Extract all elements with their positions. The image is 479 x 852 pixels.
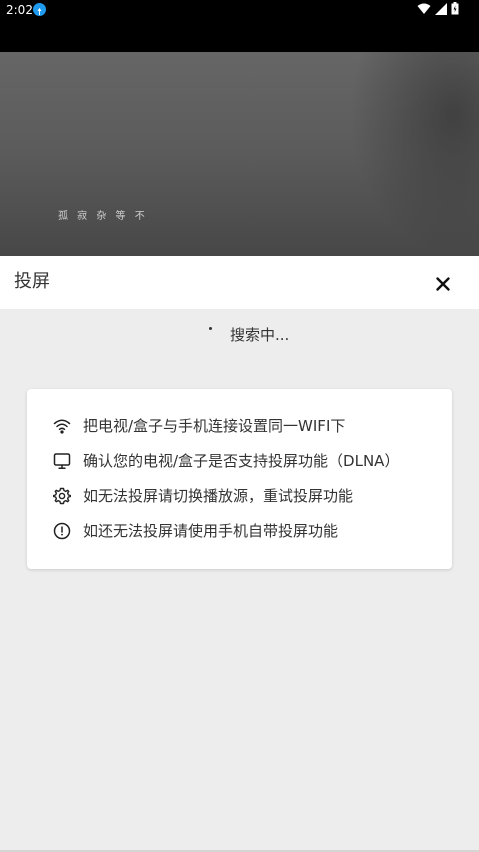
- tip-item: 如还无法投屏请使用手机自带投屏功能: [53, 521, 338, 541]
- tip-text: 如无法投屏请切换播放源，重试投屏功能: [83, 487, 354, 505]
- video-background: [349, 52, 479, 256]
- tip-text: 如还无法投屏请使用手机自带投屏功能: [83, 522, 339, 540]
- loading-spinner: [209, 327, 212, 330]
- status-bar: 2:02: [0, 0, 479, 52]
- cast-dialog-header: 投屏: [0, 256, 479, 309]
- close-icon: [436, 277, 450, 291]
- status-time: 2:02: [6, 3, 33, 17]
- close-button[interactable]: [431, 272, 455, 296]
- gear-icon: [53, 487, 71, 505]
- tip-text: 确认您的电视/盒子是否支持投屏功能（DLNA）: [83, 452, 400, 470]
- tip-item: 确认您的电视/盒子是否支持投屏功能（DLNA）: [53, 451, 399, 471]
- tip-text: 把电视/盒子与手机连接设置同一WIFI下: [83, 417, 346, 435]
- search-status-text: 搜索中...: [230, 326, 290, 344]
- video-player[interactable]: 孤 寂 杂 等 不: [0, 52, 479, 256]
- info-icon: [53, 522, 71, 540]
- dialog-title: 投屏: [14, 271, 50, 292]
- video-caption: 孤 寂 杂 等 不: [58, 211, 148, 222]
- battery-icon: [451, 0, 459, 19]
- wifi-icon: [53, 417, 71, 435]
- tip-item: 把电视/盒子与手机连接设置同一WIFI下: [53, 416, 345, 436]
- notification-icon: [33, 3, 46, 16]
- wifi-icon: [417, 0, 431, 19]
- tip-item: 如无法投屏请切换播放源，重试投屏功能: [53, 486, 353, 506]
- monitor-icon: [53, 452, 71, 470]
- signal-icon: [435, 0, 447, 19]
- tips-card: 把电视/盒子与手机连接设置同一WIFI下 确认您的电视/盒子是否支持投屏功能（D…: [27, 389, 452, 569]
